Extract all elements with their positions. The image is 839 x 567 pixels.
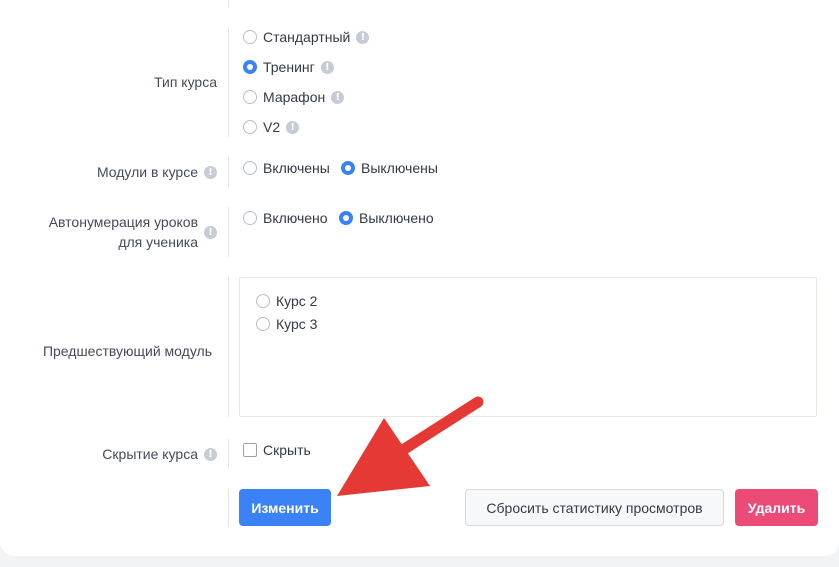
radio-autonumbering-on[interactable] bbox=[243, 211, 257, 225]
option-label: Включено bbox=[263, 210, 328, 226]
divider bbox=[228, 489, 229, 527]
divider bbox=[228, 207, 229, 257]
radio-course2[interactable] bbox=[256, 294, 270, 308]
option-label: Марафон bbox=[263, 89, 326, 105]
hide-course-option[interactable]: Скрыть bbox=[243, 441, 311, 459]
previous-module-label: Предшествующий модуль bbox=[42, 343, 212, 359]
divider bbox=[228, 277, 229, 417]
info-icon[interactable]: ! bbox=[331, 90, 345, 104]
radio-modules-on[interactable] bbox=[243, 161, 257, 175]
divider bbox=[228, 27, 229, 137]
autonumbering-label-line1: Автонумерация уроков bbox=[48, 214, 198, 230]
radio-modules-off[interactable] bbox=[341, 161, 355, 175]
modules-off-option[interactable]: Выключены bbox=[341, 159, 438, 177]
option-label: Курс 2 bbox=[276, 293, 318, 309]
option-label: V2 bbox=[263, 119, 281, 135]
previous-module-option-course2[interactable]: Курс 2 bbox=[256, 292, 317, 310]
previous-module-option-course3[interactable]: Курс 3 bbox=[256, 315, 317, 333]
checkbox-label: Скрыть bbox=[263, 442, 311, 458]
autonumbering-on-option[interactable]: Включено bbox=[243, 209, 328, 227]
save-button[interactable]: Изменить bbox=[239, 489, 331, 526]
course-type-option-marathon[interactable]: Марафон ! bbox=[243, 88, 345, 106]
option-label: Стандартный bbox=[263, 29, 351, 45]
option-label: Выключено bbox=[359, 210, 434, 226]
course-type-option-training[interactable]: Тренинг ! bbox=[243, 58, 334, 76]
course-type-option-standard[interactable]: Стандартный ! bbox=[243, 28, 370, 46]
option-label: Выключены bbox=[361, 160, 438, 176]
course-type-option-v2[interactable]: V2 ! bbox=[243, 118, 300, 136]
radio-standard[interactable] bbox=[243, 30, 257, 44]
info-icon[interactable]: ! bbox=[286, 120, 300, 134]
info-icon[interactable]: ! bbox=[204, 226, 217, 239]
radio-training[interactable] bbox=[243, 60, 257, 74]
divider bbox=[228, 0, 229, 8]
divider bbox=[228, 439, 229, 469]
info-icon[interactable]: ! bbox=[204, 165, 217, 179]
radio-v2[interactable] bbox=[243, 120, 257, 134]
modules-label-row: Модули в курсе ! bbox=[0, 162, 217, 182]
course-type-label: Тип курса bbox=[154, 74, 217, 90]
autonumbering-label-line2: для ученика bbox=[118, 234, 198, 250]
modules-label: Модули в курсе bbox=[96, 164, 198, 180]
option-label: Тренинг bbox=[263, 59, 315, 75]
course-settings-card: Тип курса Стандартный ! Тренинг ! Марафо… bbox=[0, 0, 839, 556]
hide-course-label: Скрытие курса bbox=[102, 446, 198, 462]
hide-course-label-row: Скрытие курса ! bbox=[0, 444, 217, 464]
previous-module-listbox[interactable] bbox=[239, 277, 817, 417]
autonumbering-off-option[interactable]: Выключено bbox=[339, 209, 434, 227]
radio-autonumbering-off[interactable] bbox=[339, 211, 353, 225]
info-icon[interactable]: ! bbox=[356, 30, 370, 44]
hide-course-checkbox[interactable] bbox=[243, 443, 257, 457]
divider bbox=[228, 157, 229, 187]
reset-stats-button[interactable]: Сбросить статистику просмотров bbox=[465, 489, 724, 526]
info-icon[interactable]: ! bbox=[204, 447, 217, 461]
option-label: Включены bbox=[263, 160, 330, 176]
delete-button[interactable]: Удалить bbox=[735, 489, 818, 526]
info-icon[interactable]: ! bbox=[320, 60, 334, 74]
modules-on-option[interactable]: Включены bbox=[243, 159, 330, 177]
option-label: Курс 3 bbox=[276, 316, 318, 332]
radio-marathon[interactable] bbox=[243, 90, 257, 104]
radio-course3[interactable] bbox=[256, 317, 270, 331]
